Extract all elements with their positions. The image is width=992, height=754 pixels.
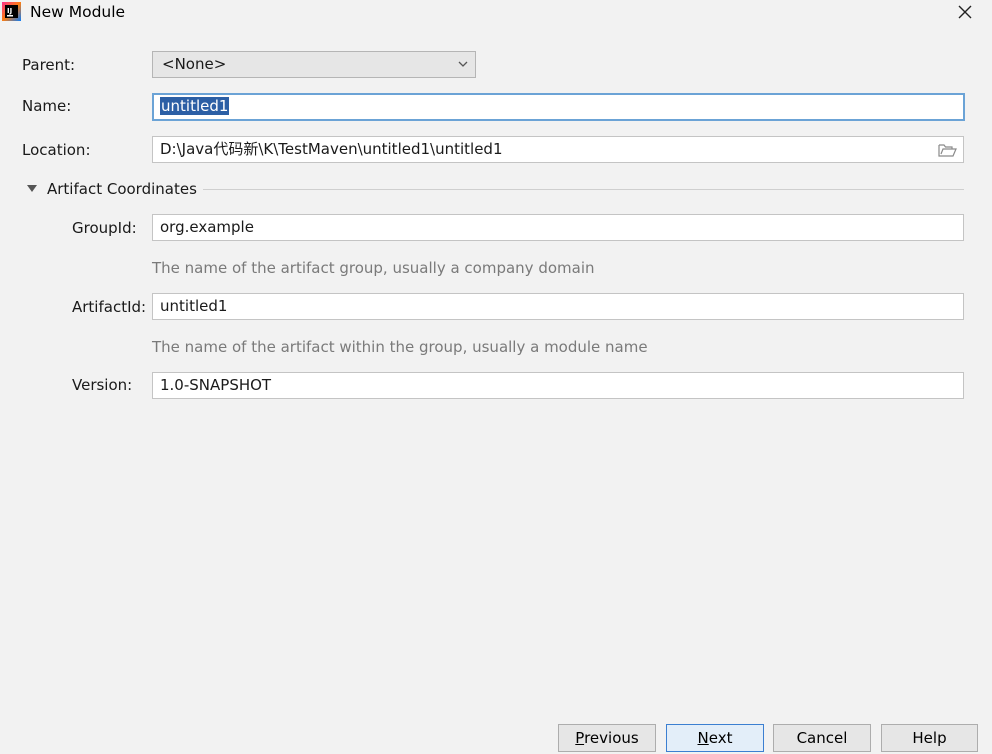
previous-mnemonic: P [575, 729, 585, 747]
artifact-section-title[interactable]: Artifact Coordinates [47, 179, 197, 199]
folder-icon[interactable] [938, 142, 957, 158]
artifactid-field[interactable]: untitled1 [152, 293, 964, 320]
help-button[interactable]: Help [881, 724, 978, 752]
artifactid-label: ArtifactId: [72, 298, 147, 316]
location-field[interactable]: D:\Java代码新\K\TestMaven\untitled1\untitle… [152, 136, 964, 163]
name-field-value: untitled1 [160, 97, 230, 115]
groupid-field[interactable]: org.example [152, 214, 964, 241]
name-field[interactable]: untitled1 [152, 93, 965, 121]
next-label-rest: ext [708, 729, 733, 747]
intellij-idea-icon: IJ [2, 2, 21, 21]
chevron-down-icon [458, 61, 468, 67]
next-mnemonic: N [697, 729, 709, 747]
version-label: Version: [72, 376, 133, 394]
previous-button[interactable]: Previous [558, 724, 656, 752]
close-icon[interactable] [955, 2, 975, 22]
parent-select-value: <None> [162, 55, 227, 73]
groupid-hint: The name of the artifact group, usually … [152, 259, 595, 277]
next-button[interactable]: Next [666, 724, 764, 752]
cancel-button[interactable]: Cancel [773, 724, 871, 752]
svg-text:IJ: IJ [7, 7, 12, 15]
name-label: Name: [22, 97, 72, 115]
groupid-field-value: org.example [160, 218, 254, 236]
version-field[interactable]: 1.0-SNAPSHOT [152, 372, 964, 399]
location-field-value: D:\Java代码新\K\TestMaven\untitled1\untitle… [160, 140, 503, 158]
window-title: New Module [30, 3, 126, 21]
groupid-label: GroupId: [72, 219, 137, 237]
artifactid-hint: The name of the artifact within the grou… [152, 338, 648, 356]
parent-select[interactable]: <None> [152, 51, 476, 78]
parent-label: Parent: [22, 56, 76, 74]
version-field-value: 1.0-SNAPSHOT [160, 376, 272, 394]
previous-label-rest: revious [584, 729, 639, 747]
location-label: Location: [22, 141, 91, 159]
section-divider [203, 189, 964, 190]
collapse-triangle-icon[interactable] [26, 184, 38, 194]
artifactid-field-value: untitled1 [160, 297, 228, 315]
